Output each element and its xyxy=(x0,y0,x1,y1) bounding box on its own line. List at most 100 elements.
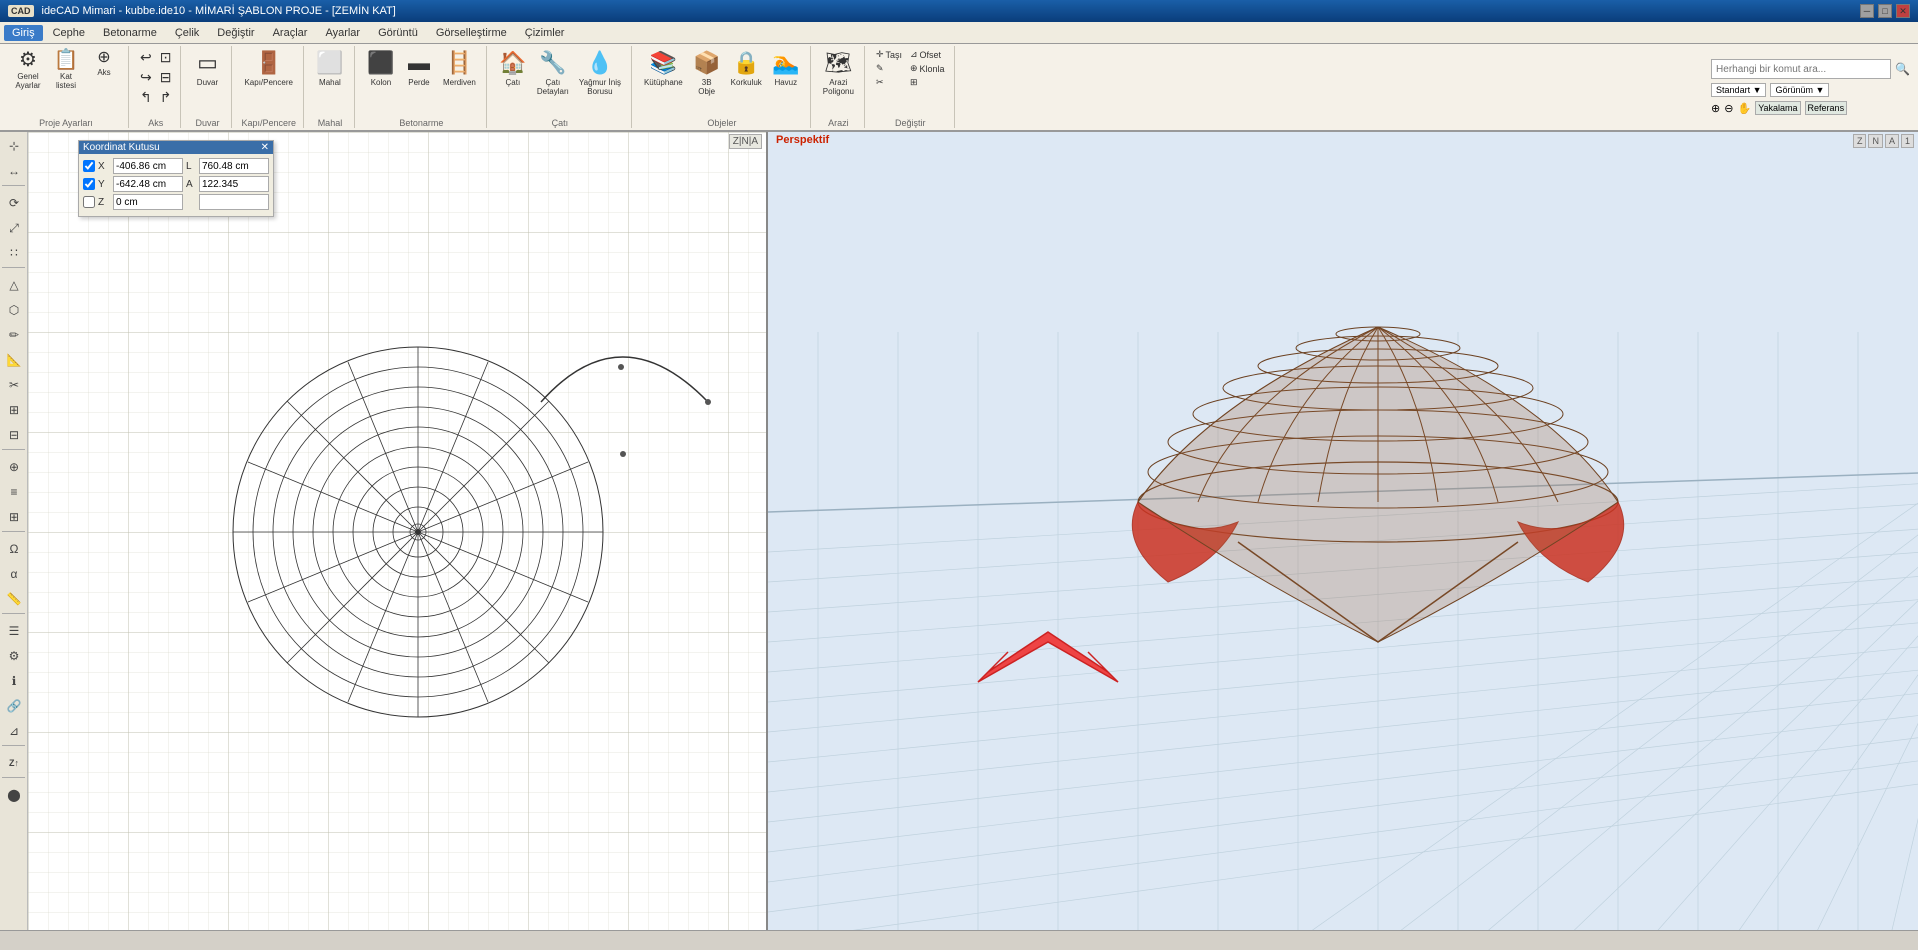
close-button[interactable]: ✕ xyxy=(1896,4,1910,18)
tasi-icon: ✛ xyxy=(876,49,884,60)
tb-z-axis[interactable]: Z↑ xyxy=(2,751,26,775)
coord-y-input[interactable] xyxy=(113,176,183,192)
menu-item-araclar[interactable]: Araçlar xyxy=(265,25,316,41)
tb-hex[interactable]: ⬡ xyxy=(2,298,26,322)
coord-y-check[interactable] xyxy=(83,178,95,190)
tb-move[interactable]: ↔ xyxy=(2,159,26,183)
menu-item-ayarlar[interactable]: Ayarlar xyxy=(317,25,368,41)
coord-l-input[interactable] xyxy=(199,158,269,174)
vp3d-n-btn[interactable]: N xyxy=(1868,134,1883,148)
coord-box-close-button[interactable]: ✕ xyxy=(261,142,269,153)
objeler-label: Objeler xyxy=(707,118,736,128)
coord-a-input[interactable] xyxy=(199,176,269,192)
coord-z-input[interactable] xyxy=(113,194,183,210)
vp3d-z-btn[interactable]: Z xyxy=(1853,134,1867,148)
tb-pen[interactable]: ✏ xyxy=(2,323,26,347)
perde-button[interactable]: ▬ Perde xyxy=(401,48,437,89)
tb-measure[interactable]: 📏 xyxy=(2,587,26,611)
menu-item-cizimler[interactable]: Çizimler xyxy=(517,25,573,41)
aks-button[interactable]: ⊕ Aks xyxy=(86,48,122,79)
yakalama-button[interactable]: Yakalama xyxy=(1755,101,1800,115)
coord-z-check[interactable] xyxy=(83,196,95,208)
tb-triangle[interactable]: △ xyxy=(2,273,26,297)
vp3d-1-btn[interactable]: 1 xyxy=(1901,134,1914,148)
viewport-2d-corner: Z|N|A xyxy=(729,134,762,149)
tb-select[interactable]: ⊹ xyxy=(2,134,26,158)
search-input[interactable] xyxy=(1711,59,1891,79)
minimize-button[interactable]: ─ xyxy=(1860,4,1874,18)
forward-button[interactable]: ↱ xyxy=(157,88,175,107)
tb-scissors[interactable]: ✂ xyxy=(2,373,26,397)
zoom-out-button[interactable]: ⊖ xyxy=(1724,102,1733,115)
tb-expand[interactable]: ⬤ xyxy=(2,783,26,807)
tb-add[interactable]: ⊕ xyxy=(2,455,26,479)
gorunum-dropdown[interactable]: Görünüm ▼ xyxy=(1770,83,1829,97)
kapi-pencere-button[interactable]: 🚪 Kapı/Pencere xyxy=(240,48,296,89)
yagmur-inis-borusu-button[interactable]: 💧 Yağmur İnişBorusu xyxy=(575,48,625,98)
menu-item-degistir[interactable]: Değiştir xyxy=(209,25,262,41)
tb-snap[interactable]: ∷ xyxy=(2,241,26,265)
genel-ayarlar-button[interactable]: ⚙ GenelAyarlar xyxy=(10,48,46,92)
havuz-button[interactable]: 🏊 Havuz xyxy=(768,48,804,89)
viewport-3d-label: Perspektif xyxy=(776,134,829,146)
maximize-button[interactable]: □ xyxy=(1878,4,1892,18)
yagmur-inis-icon: 💧 xyxy=(586,50,613,76)
back-button[interactable]: ↰ xyxy=(137,88,155,107)
tb-minus[interactable]: ⊟ xyxy=(2,423,26,447)
tb-omega[interactable]: Ω xyxy=(2,537,26,561)
kat-listesi-button[interactable]: 📋 Katlistesi xyxy=(48,48,84,92)
extra-button[interactable]: ⊞ xyxy=(907,76,948,89)
tb-link[interactable]: 🔗 xyxy=(2,694,26,718)
menu-item-betonarme[interactable]: Betonarme xyxy=(95,25,165,41)
menu-item-gorsellestime[interactable]: Görselleştirme xyxy=(428,25,515,41)
tb-layers[interactable]: ☰ xyxy=(2,619,26,643)
klonla-button[interactable]: ⊕ Klonla xyxy=(907,62,948,75)
zoom-in-button[interactable]: ⊕ xyxy=(1711,102,1720,115)
menu-item-goruntu[interactable]: Görüntü xyxy=(370,25,426,41)
proje-ayarlari-label: Proje Ayarları xyxy=(39,118,93,128)
tb-rotate[interactable]: ⟳ xyxy=(2,191,26,215)
cati-detaylari-button[interactable]: 🔧 ÇatıDetayları xyxy=(533,48,573,98)
redo-button[interactable]: ↪ xyxy=(137,68,155,87)
tb-grid[interactable]: ⊞ xyxy=(2,398,26,422)
tb-list[interactable]: ≡ xyxy=(2,480,26,504)
vp3d-a-btn[interactable]: A xyxy=(1885,134,1899,148)
menu-item-giris[interactable]: Giriş xyxy=(4,25,43,41)
standart-dropdown[interactable]: Standart ▼ xyxy=(1711,83,1766,97)
window-controls[interactable]: ─ □ ✕ xyxy=(1860,4,1910,18)
undo-button[interactable]: ↩ xyxy=(137,48,155,67)
cati-button[interactable]: 🏠 Çatı xyxy=(495,48,531,89)
menu-item-cephe[interactable]: Cephe xyxy=(45,25,93,41)
3b-obje-button[interactable]: 📦 3BObje xyxy=(689,48,725,98)
snap-button[interactable]: ⊡ xyxy=(157,48,175,67)
menu-item-celik[interactable]: Çelik xyxy=(167,25,207,41)
mahal-button[interactable]: ⬜ Mahal xyxy=(312,48,348,89)
merdiven-button[interactable]: 🪜 Merdiven xyxy=(439,48,480,89)
ofset-button[interactable]: ⊿ Ofset xyxy=(907,48,948,61)
tb-grid2[interactable]: ⊞ xyxy=(2,505,26,529)
viewport-2d[interactable]: Koordinat Kutusu ✕ X L Y A xyxy=(28,132,768,930)
tb-alpha[interactable]: α xyxy=(2,562,26,586)
mirror-button[interactable]: ⊟ xyxy=(157,68,175,87)
arazi-poligonu-button[interactable]: 🗺 AraziPoligonu xyxy=(819,48,858,98)
tb-filter[interactable]: ⊿ xyxy=(2,719,26,743)
kolon-button[interactable]: ⬛ Kolon xyxy=(363,48,399,89)
tb-angle[interactable]: 📐 xyxy=(2,348,26,372)
tasi-button[interactable]: ✛ Taşı xyxy=(873,48,905,61)
coord-x-input[interactable] xyxy=(113,158,183,174)
back-icon: ↰ xyxy=(140,89,152,106)
tb-settings[interactable]: ⚙ xyxy=(2,644,26,668)
kutuphane-button[interactable]: 📚 Kütüphane xyxy=(640,48,687,89)
korkuluk-button[interactable]: 🔒 Korkuluk xyxy=(727,48,766,89)
tb-scale[interactable]: ⤢ xyxy=(2,216,26,240)
kutuphane-icon: 📚 xyxy=(650,50,677,76)
duvar-button[interactable]: ▭ Duvar xyxy=(189,48,225,89)
viewport-3d[interactable]: Perspektif Z N A 1 xyxy=(768,132,1918,930)
tb-info[interactable]: ℹ xyxy=(2,669,26,693)
coord-z-r-input[interactable] xyxy=(199,194,269,210)
coord-x-check[interactable] xyxy=(83,160,95,172)
ciz-button[interactable]: ✎ xyxy=(873,62,905,75)
pan-button[interactable]: ✋ xyxy=(1737,102,1751,115)
referans-button[interactable]: Referans xyxy=(1805,101,1848,115)
kes-button[interactable]: ✂ xyxy=(873,76,905,89)
